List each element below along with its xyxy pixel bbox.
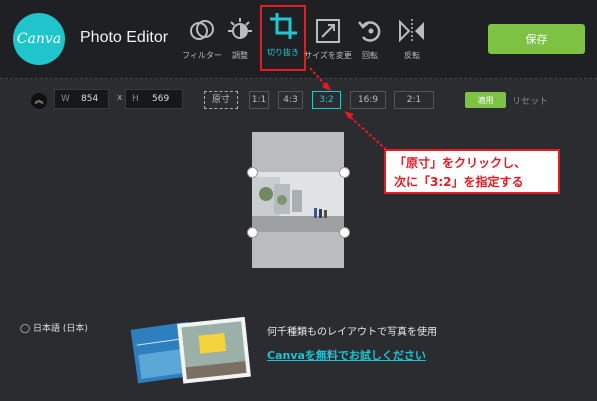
flip-icon bbox=[399, 19, 424, 43]
width-field[interactable]: W 854 bbox=[54, 89, 109, 109]
rotate-icon bbox=[358, 21, 381, 42]
app-title: Photo Editor bbox=[80, 29, 169, 46]
rotate-tool-label: 回転 bbox=[362, 51, 378, 60]
width-value: 854 bbox=[81, 94, 99, 104]
crop-dim-overlay bbox=[252, 232, 344, 268]
street-photo bbox=[252, 172, 344, 232]
flip-tool-label: 反転 bbox=[404, 51, 420, 60]
height-label: H bbox=[132, 94, 139, 104]
canva-logo[interactable]: Canva bbox=[13, 13, 65, 65]
crop-handle-bottom-right[interactable] bbox=[339, 227, 350, 238]
promo-images bbox=[130, 316, 251, 384]
language-label: 日本語 (日本) bbox=[32, 324, 88, 334]
speech-bubble-icon: ◯ bbox=[20, 324, 31, 334]
promo-text: 何千種類ものレイアウトで写真を使用 bbox=[267, 327, 437, 338]
crop-icon bbox=[270, 13, 297, 39]
top-toolbar: Canva Photo Editor フィルター 調整 切り抜き サイズを変更 … bbox=[0, 0, 597, 79]
try-canva-link[interactable]: Canvaを無料でお試しください bbox=[267, 347, 426, 363]
height-field[interactable]: H 569 bbox=[125, 89, 183, 109]
adjust-tool-label: 調整 bbox=[232, 51, 248, 60]
adjust-tool-button[interactable]: 調整 bbox=[214, 14, 266, 66]
crop-tool-button[interactable]: 切り抜き bbox=[260, 5, 306, 71]
save-button[interactable]: 保存 bbox=[488, 24, 585, 54]
crop-tool-label: 切り抜き bbox=[267, 48, 299, 57]
filter-icon bbox=[190, 20, 214, 40]
flip-tool-button[interactable]: 反転 bbox=[386, 14, 438, 66]
instruction-line-1: 「原寸」をクリックし、 bbox=[394, 156, 527, 170]
crop-handle-top-left[interactable] bbox=[247, 167, 258, 178]
ratio-1-1-button[interactable]: 1:1 bbox=[249, 91, 269, 109]
reset-link[interactable]: リセット bbox=[512, 94, 548, 107]
collapse-chevron-icon[interactable]: ︽ bbox=[31, 93, 47, 109]
adjust-icon bbox=[228, 18, 252, 39]
resize-icon bbox=[316, 19, 340, 43]
crop-handle-bottom-left[interactable] bbox=[247, 227, 258, 238]
instruction-line-2: 次に「3:2」を指定する bbox=[394, 175, 524, 189]
ratio-original-button[interactable]: 原寸 bbox=[204, 91, 238, 109]
instruction-callout: 「原寸」をクリックし、 次に「3:2」を指定する bbox=[384, 149, 560, 194]
width-label: W bbox=[61, 94, 70, 104]
apply-button[interactable]: 適用 bbox=[465, 92, 506, 108]
times-symbol: x bbox=[117, 93, 123, 103]
height-value: 569 bbox=[152, 94, 170, 104]
language-selector[interactable]: ◯ 日本語 (日本) bbox=[20, 321, 88, 334]
